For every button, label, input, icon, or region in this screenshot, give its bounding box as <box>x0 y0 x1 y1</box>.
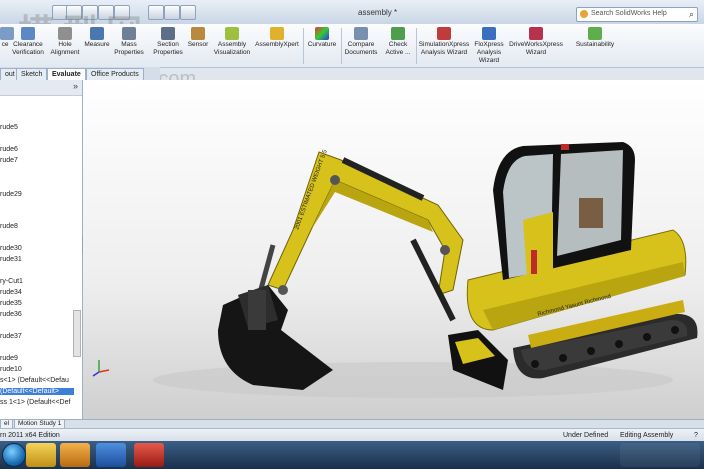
ribbon-item-0[interactable]: ce <box>0 27 14 49</box>
expand-chevron-icon[interactable]: » <box>73 81 78 91</box>
command-manager-ribbon: www.3dmox.com ce Clearance Verification … <box>0 24 704 90</box>
tree-item[interactable]: rude31 <box>0 256 22 263</box>
help-icon[interactable]: ? <box>694 432 698 439</box>
tree-item[interactable]: rude36 <box>0 311 22 318</box>
simulationxpress-button[interactable]: SimulationXpress Analysis Wizard <box>417 27 471 57</box>
sensor-button[interactable]: Sensor <box>186 27 210 49</box>
select-icon[interactable] <box>148 5 164 20</box>
feature-manager-tree: » rude5 rude6 rude7 rude29 rude8 rude30 … <box>0 80 83 419</box>
floxpress-button[interactable]: FloXpress Analysis Wizard <box>472 27 506 65</box>
tree-item-selected[interactable]: (Default<<Default> <box>0 388 74 395</box>
tree-item[interactable]: rude7 <box>0 157 18 164</box>
assembly-xpert-button[interactable]: AssemblyXpert <box>254 27 300 49</box>
ribbon-separator <box>303 28 304 64</box>
tree-item[interactable]: rude35 <box>0 300 22 307</box>
graphics-viewport[interactable]: Richmond Yasunt Richmond 2001 ESTIMATED … <box>83 80 704 419</box>
command-tabs: out Sketch Evaluate Office Products <box>0 67 160 80</box>
system-tray[interactable] <box>620 443 700 467</box>
section-properties-button[interactable]: Section Properties <box>150 27 186 57</box>
assembly-visualization-button[interactable]: Assembly Visualization <box>212 27 252 57</box>
curvature-button[interactable]: Curvature <box>305 27 339 49</box>
tree-item[interactable]: rude6 <box>0 146 18 153</box>
magnifier-icon[interactable]: ⌕ <box>689 9 694 20</box>
mass-properties-button[interactable]: Mass Properties <box>114 27 144 57</box>
tree-item[interactable]: ss 1<1> (Default<<Def <box>0 399 70 406</box>
tree-item[interactable]: rude34 <box>0 289 22 296</box>
search-input[interactable]: Search SolidWorks Help ⌕ <box>576 7 698 22</box>
word-icon[interactable] <box>96 443 126 467</box>
clearance-verification-button[interactable]: Clearance Verification <box>10 27 46 57</box>
excavator-boom: 2001 ESTIMATED WEIGHT 5.5 <box>255 149 464 322</box>
tree-header: » <box>0 80 82 96</box>
title-bar: assembly * Search SolidWorks Help ⌕ 模型网 <box>0 0 704 53</box>
tab-office-products[interactable]: Office Products <box>86 68 144 80</box>
tree-scrollbar[interactable] <box>73 310 81 357</box>
start-button-icon[interactable] <box>2 443 26 467</box>
options-icon[interactable] <box>180 5 196 20</box>
sustainability-button[interactable]: Sustainability <box>572 27 618 49</box>
tab-sketch[interactable]: Sketch <box>16 68 48 80</box>
tree-item[interactable]: rude30 <box>0 245 22 252</box>
search-placeholder: Search SolidWorks Help <box>591 10 667 17</box>
solidworks-taskbar-icon[interactable] <box>134 443 164 467</box>
tree-item[interactable]: rude29 <box>0 191 22 198</box>
tree-item[interactable]: ry-Cut1 <box>0 278 23 285</box>
tree-item[interactable]: s<1> (Default<<Defau <box>0 377 69 384</box>
file-explorer-icon[interactable] <box>60 443 90 467</box>
tree-item[interactable]: rude5 <box>0 124 18 131</box>
status-version: rn 2011 x64 Edition <box>0 432 60 439</box>
compare-documents-button[interactable]: Compare Documents <box>342 27 380 57</box>
driveworksxpress-button[interactable]: DriveWorksXpress Wizard <box>507 27 565 57</box>
media-player-icon[interactable] <box>26 443 56 467</box>
status-definition: Under Defined <box>563 432 609 439</box>
status-mode: Editing Assembly <box>620 432 674 439</box>
tree-item[interactable]: rude10 <box>0 366 22 373</box>
reference-triad-icon <box>92 360 110 377</box>
help-search-icon <box>580 10 588 18</box>
rebuild-icon[interactable] <box>164 5 180 20</box>
hole-alignment-button[interactable]: Hole Alignment <box>48 27 82 57</box>
windows-taskbar <box>0 441 704 469</box>
check-active-document-button[interactable]: Check Active ... <box>381 27 415 57</box>
tree-item[interactable]: rude37 <box>0 333 22 340</box>
status-bar: rn 2011 x64 Edition Under Defined Editin… <box>0 428 704 442</box>
measure-button[interactable]: Measure <box>82 27 112 49</box>
tree-item[interactable]: rude8 <box>0 223 18 230</box>
tree-item[interactable]: rude9 <box>0 355 18 362</box>
window-title: assembly * <box>358 8 398 17</box>
excavator-model: Richmond Yasunt Richmond 2001 ESTIMATED … <box>153 142 698 398</box>
tab-evaluate[interactable]: Evaluate <box>47 68 86 80</box>
